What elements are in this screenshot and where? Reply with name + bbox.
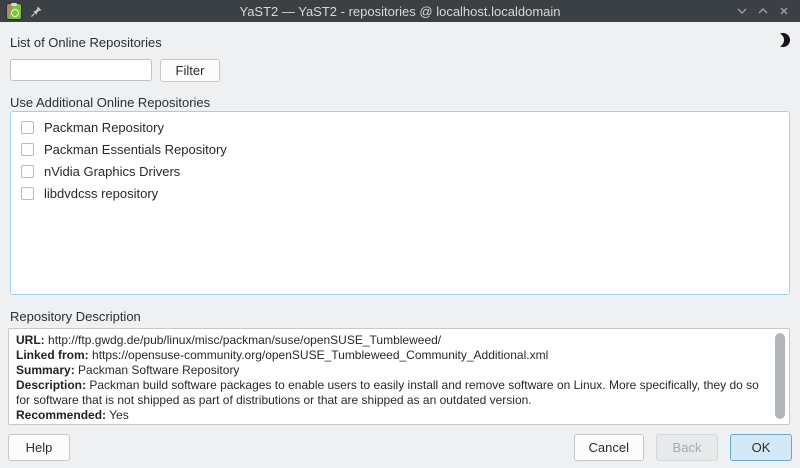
checkbox-unchecked[interactable] xyxy=(21,164,34,178)
desc-url-line: URL: http://ftp.gwdg.de/pub/linux/misc/p… xyxy=(16,333,442,347)
repo-label: Packman Repository xyxy=(44,119,164,135)
desc-description-line: Description: Packman build software pack… xyxy=(16,378,759,407)
close-icon[interactable] xyxy=(777,4,791,18)
filter-input[interactable] xyxy=(10,59,152,81)
checkbox-unchecked[interactable] xyxy=(21,142,34,156)
footer-button-row: Help Cancel Back OK xyxy=(0,426,800,468)
repo-label: libdvdcss repository xyxy=(44,185,159,201)
ok-button[interactable]: OK xyxy=(730,433,792,461)
repo-label: Packman Essentials Repository xyxy=(44,141,227,157)
repo-row-packman-essentials[interactable]: Packman Essentials Repository xyxy=(11,138,789,160)
repo-row-nvidia[interactable]: nVidia Graphics Drivers xyxy=(11,160,789,182)
checkbox-unchecked[interactable] xyxy=(21,120,34,134)
back-button: Back xyxy=(656,433,718,461)
maximize-icon[interactable] xyxy=(756,4,770,18)
description-scrollbar[interactable] xyxy=(773,331,787,422)
repository-description-text: URL: http://ftp.gwdg.de/pub/linux/misc/p… xyxy=(16,333,765,423)
list-of-repositories-label: List of Online Repositories xyxy=(10,35,162,50)
repo-row-packman[interactable]: Packman Repository xyxy=(11,116,789,138)
yast2-window: YaST2 — YaST2 - repositories @ localhost… xyxy=(0,0,800,468)
titlebar[interactable]: YaST2 — YaST2 - repositories @ localhost… xyxy=(0,0,800,22)
desc-summary-line: Summary: Packman Software Repository xyxy=(16,363,240,377)
repo-label: nVidia Graphics Drivers xyxy=(44,163,181,179)
use-additional-repos-label: Use Additional Online Repositories xyxy=(10,95,211,110)
desc-recommended-line: Recommended: Yes xyxy=(16,408,129,422)
repo-row-libdvdcss[interactable]: libdvdcss repository xyxy=(11,182,789,204)
repository-description-pane: URL: http://ftp.gwdg.de/pub/linux/misc/p… xyxy=(8,328,790,425)
filter-button[interactable]: Filter xyxy=(160,59,220,82)
desc-linked-line: Linked from: https://opensuse-community.… xyxy=(16,348,549,362)
busy-indicator-moon-icon xyxy=(776,33,790,47)
cancel-button[interactable]: Cancel xyxy=(573,433,644,461)
repository-description-label: Repository Description xyxy=(10,309,141,324)
help-button[interactable]: Help xyxy=(8,433,70,461)
yast-app-icon xyxy=(7,2,21,19)
minimize-icon[interactable] xyxy=(735,4,749,18)
checkbox-unchecked[interactable] xyxy=(21,186,34,200)
scrollbar-thumb[interactable] xyxy=(775,333,785,419)
pin-icon[interactable] xyxy=(30,5,43,18)
repository-list: Packman Repository Packman Essentials Re… xyxy=(10,111,790,295)
